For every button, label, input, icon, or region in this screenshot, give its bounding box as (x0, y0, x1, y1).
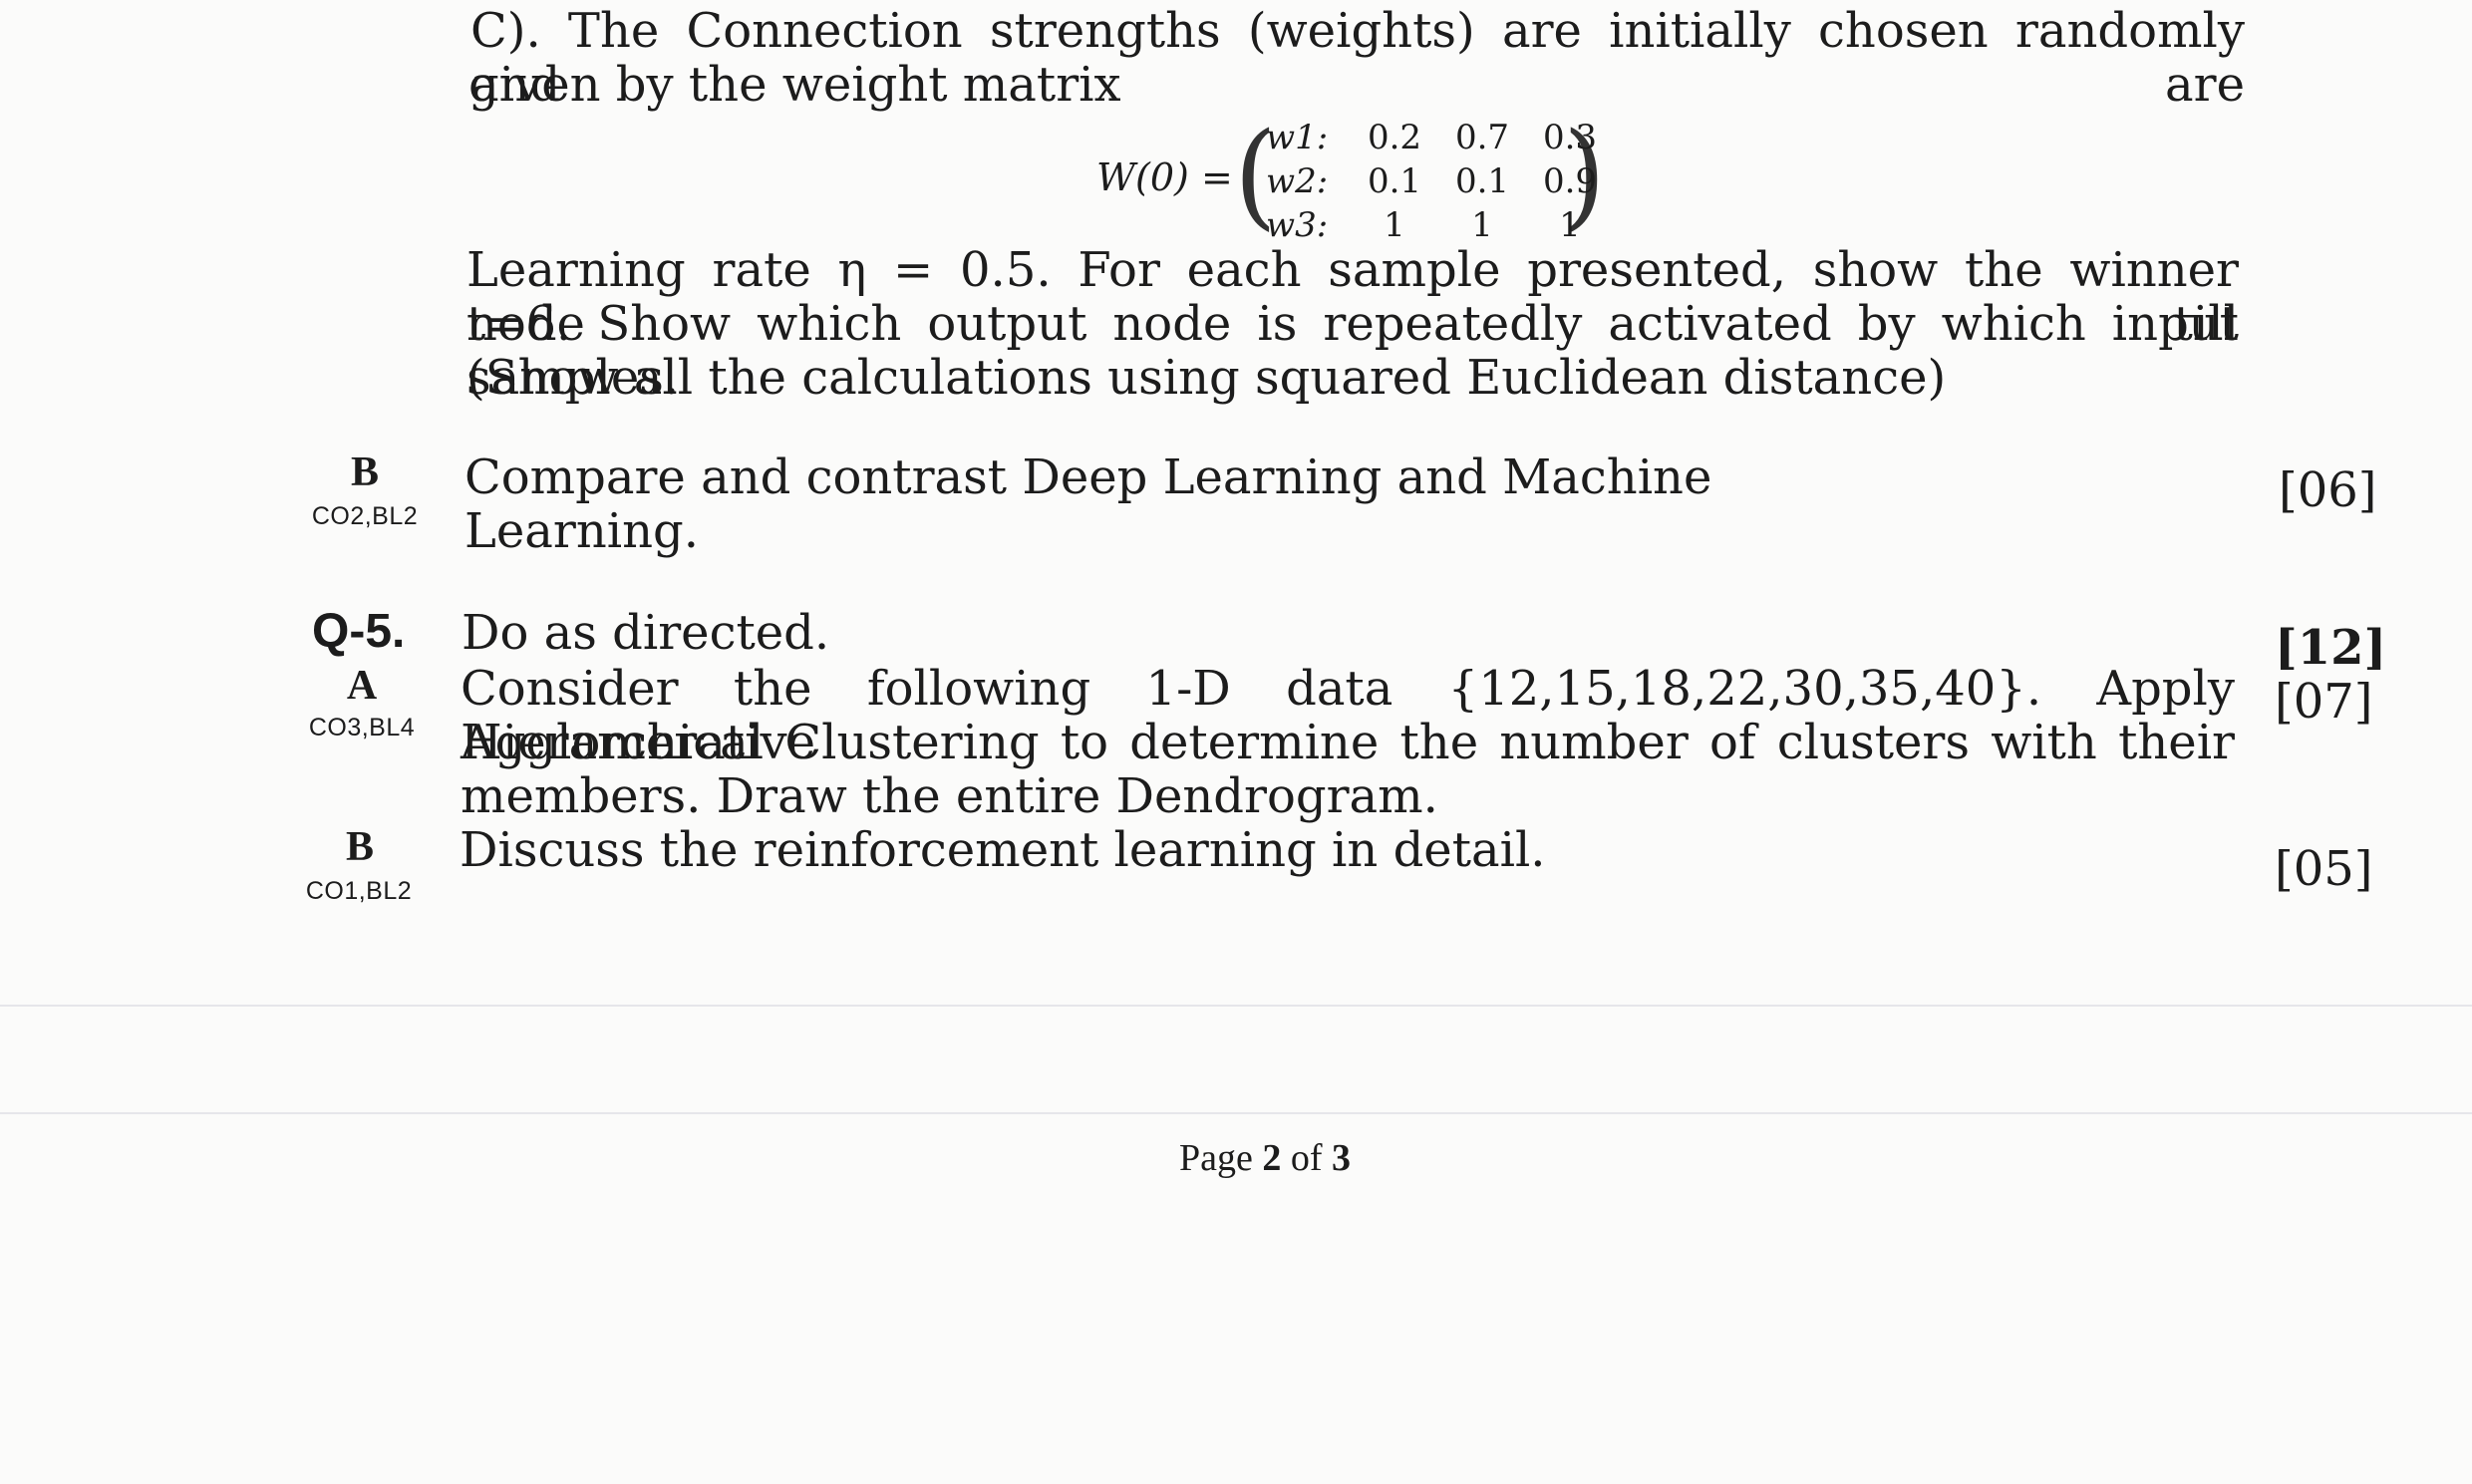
matrix-label: W(0) = (1096, 155, 1233, 199)
q5-b-letter: B (345, 824, 374, 870)
page-current: 2 (1262, 1137, 1282, 1179)
page-of: of (1290, 1137, 1323, 1179)
matrix-cell: 0.1 (1367, 161, 1422, 201)
page-divider (0, 1112, 2472, 1114)
matrix-rows: w1: 0.2 0.7 0.3 w2: 0.1 0.1 0.9 w3: 1 1 … (1266, 118, 1614, 249)
q5-a-marks: [07] (2275, 674, 2373, 730)
q4-b-text: Compare and contrast Deep Learning and M… (464, 449, 1712, 559)
page-prefix: Page (1179, 1137, 1253, 1179)
q5-a-line-2: Hierarchical Clustering to determine the… (461, 715, 2235, 770)
q5-marks: [12] (2275, 620, 2387, 676)
weight-matrix: W(0) = ( ) w1: 0.2 0.7 0.3 w2: 0.1 0.1 0… (1096, 117, 1615, 249)
q5-a-line-3: members. Draw the entire Dendrogram. (461, 768, 1438, 824)
q4-b-letter: B (350, 449, 379, 495)
q5-a-letter: A (346, 663, 378, 709)
q5-b-marks: [05] (2275, 841, 2373, 897)
matrix-cell: 0.3 (1542, 118, 1598, 157)
matrix-cell: w2: (1266, 161, 1329, 201)
q5-b-co: CO1,BL2 (305, 877, 413, 905)
matrix-cell: 0.9 (1542, 161, 1598, 201)
page-total: 3 (1332, 1137, 1352, 1179)
page-footer: Page 2 of 3 (1179, 1136, 1351, 1180)
matrix-cell: 0.2 (1367, 118, 1422, 157)
matrix-row-w2: w2: 0.1 0.1 0.9 (1266, 161, 1614, 205)
q4-b-co: CO2,BL2 (311, 502, 419, 530)
q4-text-line-2: given by the weight matrix (468, 57, 1121, 113)
matrix-row-w1: w1: 0.2 0.7 0.3 (1266, 118, 1614, 161)
q4-b-marks: [06] (2279, 462, 2377, 518)
q5-a-co: CO3,BL4 (308, 714, 416, 742)
matrix-cell: w1: (1266, 118, 1329, 157)
matrix-cell: 0.1 (1454, 161, 1510, 201)
q4-text-line-5: (Show all the calculations using squared… (466, 350, 1947, 406)
page-divider (0, 1005, 2472, 1007)
matrix-cell: 0.7 (1454, 118, 1510, 157)
q5-heading: Do as directed. (462, 605, 830, 661)
q5-b-text: Discuss the reinforcement learning in de… (460, 822, 1546, 878)
q5-number: Q-5. (312, 605, 406, 658)
